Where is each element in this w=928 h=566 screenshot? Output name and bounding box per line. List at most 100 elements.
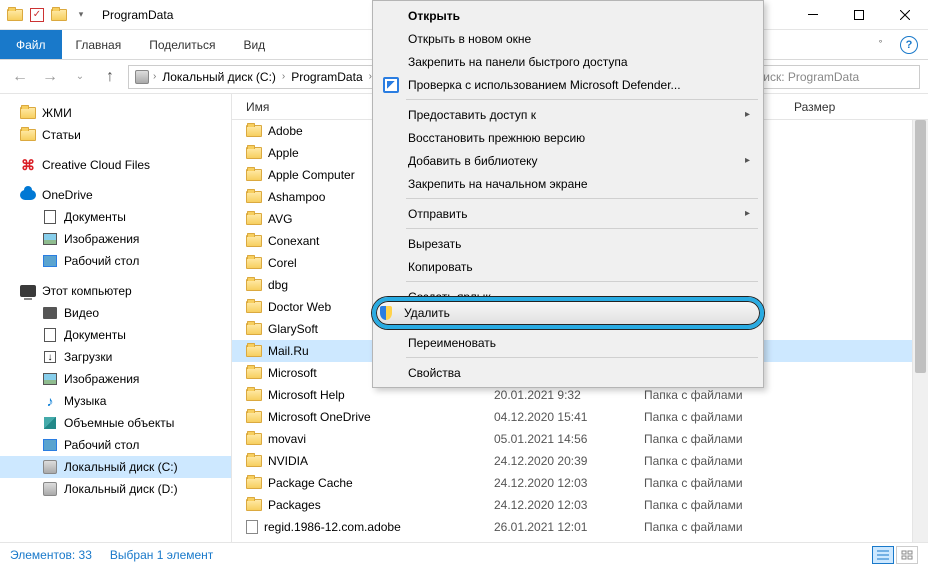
cm-separator [406, 99, 758, 100]
file-type: Папка с файлами [644, 454, 780, 468]
3d-icon [42, 415, 58, 431]
folder-icon [20, 105, 36, 121]
column-size[interactable]: Размер [780, 100, 860, 114]
tab-view[interactable]: Вид [229, 30, 279, 59]
nav-item[interactable]: Статьи [0, 124, 231, 146]
nav-item[interactable]: Изображения [0, 228, 231, 250]
cm-pin-start[interactable]: Закрепить на начальном экране [376, 172, 760, 195]
cm-separator [406, 198, 758, 199]
qat-dropdown-icon[interactable]: ▾ [72, 4, 90, 26]
nav-item[interactable]: ⌘Creative Cloud Files [0, 154, 231, 176]
file-date: 04.12.2020 15:41 [494, 410, 644, 424]
cm-restore-version[interactable]: Восстановить прежнюю версию [376, 126, 760, 149]
nav-item-label: Объемные объекты [64, 416, 174, 430]
file-row[interactable]: NVIDIA24.12.2020 20:39Папка с файлами [232, 450, 928, 472]
close-button[interactable] [882, 0, 928, 30]
folder-icon [6, 4, 24, 26]
defender-icon [382, 76, 400, 94]
img-icon [42, 371, 58, 387]
folder-qat-icon[interactable] [50, 4, 68, 26]
nav-item-label: Музыка [64, 394, 106, 408]
down-icon [42, 349, 58, 365]
doc-icon [42, 209, 58, 225]
cm-defender-scan[interactable]: Проверка с использованием Microsoft Defe… [376, 73, 760, 96]
nav-item[interactable]: Загрузки [0, 346, 231, 368]
nav-item[interactable]: Рабочий стол [0, 250, 231, 272]
nav-item[interactable]: ЖМИ [0, 102, 231, 124]
nav-item[interactable]: Рабочий стол [0, 434, 231, 456]
cloud-icon [20, 187, 36, 203]
cm-properties[interactable]: Свойства [376, 361, 760, 384]
file-name: Ashampoo [268, 190, 325, 204]
ribbon-expand-icon[interactable]: ゜ [879, 37, 890, 53]
view-details-button[interactable] [872, 546, 894, 564]
nav-up-button[interactable]: ↑ [98, 65, 122, 89]
nav-item[interactable]: Объемные объекты [0, 412, 231, 434]
file-name: Mail.Ru [268, 344, 309, 358]
file-name: Microsoft OneDrive [268, 410, 371, 424]
file-name: Corel [268, 256, 297, 270]
chevron-right-icon[interactable]: › [282, 71, 285, 82]
nav-item[interactable]: ♪Музыка [0, 390, 231, 412]
file-name: Packages [268, 498, 321, 512]
nav-item[interactable]: OneDrive [0, 184, 231, 206]
maximize-button[interactable] [836, 0, 882, 30]
file-name: Microsoft [268, 366, 317, 380]
tab-home[interactable]: Главная [62, 30, 136, 59]
cm-separator [406, 228, 758, 229]
desk-icon [42, 437, 58, 453]
cm-open[interactable]: Открыть [376, 4, 760, 27]
cm-grant-access[interactable]: Предоставить доступ к [376, 103, 760, 126]
status-bar: Элементов: 33 Выбран 1 элемент [0, 542, 928, 566]
disk-icon [42, 459, 58, 475]
minimize-button[interactable] [790, 0, 836, 30]
file-row[interactable]: movavi05.01.2021 14:56Папка с файлами [232, 428, 928, 450]
cm-pin-quick-access[interactable]: Закрепить на панели быстрого доступа [376, 50, 760, 73]
properties-qat-icon[interactable]: ✓ [28, 4, 46, 26]
file-type: Папка с файлами [644, 476, 780, 490]
file-row[interactable]: Microsoft OneDrive04.12.2020 15:41Папка … [232, 406, 928, 428]
nav-item[interactable]: Изображения [0, 368, 231, 390]
cm-cut[interactable]: Вырезать [376, 232, 760, 255]
nav-item[interactable]: Документы [0, 324, 231, 346]
drive-icon [133, 66, 151, 88]
chevron-right-icon[interactable]: › [153, 71, 156, 82]
cm-copy[interactable]: Копировать [376, 255, 760, 278]
nav-item[interactable]: Локальный диск (C:) [0, 456, 231, 478]
breadcrumb-drive[interactable]: Локальный диск (C:) [158, 70, 280, 84]
nav-item-label: Статьи [42, 128, 81, 142]
nav-item[interactable]: Документы [0, 206, 231, 228]
nav-item[interactable]: Видео [0, 302, 231, 324]
window-controls [790, 0, 928, 30]
nav-item[interactable]: Этот компьютер [0, 280, 231, 302]
breadcrumb-folder[interactable]: ProgramData [287, 70, 366, 84]
nav-back-button[interactable]: ← [8, 65, 32, 89]
tab-share[interactable]: Поделиться [135, 30, 229, 59]
cm-send-to[interactable]: Отправить [376, 202, 760, 225]
nav-item-label: Загрузки [64, 350, 112, 364]
scrollbar[interactable] [912, 120, 928, 542]
navigation-pane[interactable]: ЖМИСтатьи⌘Creative Cloud FilesOneDriveДо… [0, 94, 232, 542]
scrollbar-thumb[interactable] [915, 120, 926, 373]
file-name: NVIDIA [268, 454, 308, 468]
nav-item-label: Изображения [64, 232, 139, 246]
file-name: AVG [268, 212, 292, 226]
file-date: 05.01.2021 14:56 [494, 432, 644, 446]
file-row[interactable]: Packages24.12.2020 12:03Папка с файлами [232, 494, 928, 516]
file-row[interactable]: regid.1986-12.com.adobe26.01.2021 12:01П… [232, 516, 928, 538]
file-row[interactable]: Package Cache24.12.2020 12:03Папка с фай… [232, 472, 928, 494]
cm-add-library[interactable]: Добавить в библиотеку [376, 149, 760, 172]
file-name: Conexant [268, 234, 319, 248]
nav-recent-button[interactable]: ⌄ [68, 65, 92, 89]
nav-item[interactable]: Локальный диск (D:) [0, 478, 231, 500]
maximize-icon [854, 10, 864, 20]
cm-rename[interactable]: Переименовать [376, 331, 760, 354]
pc-icon [20, 283, 36, 299]
help-icon[interactable]: ? [900, 36, 918, 54]
file-tab[interactable]: Файл [0, 30, 62, 59]
view-large-button[interactable] [896, 546, 918, 564]
disk-icon [42, 481, 58, 497]
nav-forward-button[interactable]: → [38, 65, 62, 89]
cm-open-new-window[interactable]: Открыть в новом окне [376, 27, 760, 50]
cm-create-shortcut[interactable]: Создать ярлык [376, 285, 760, 308]
